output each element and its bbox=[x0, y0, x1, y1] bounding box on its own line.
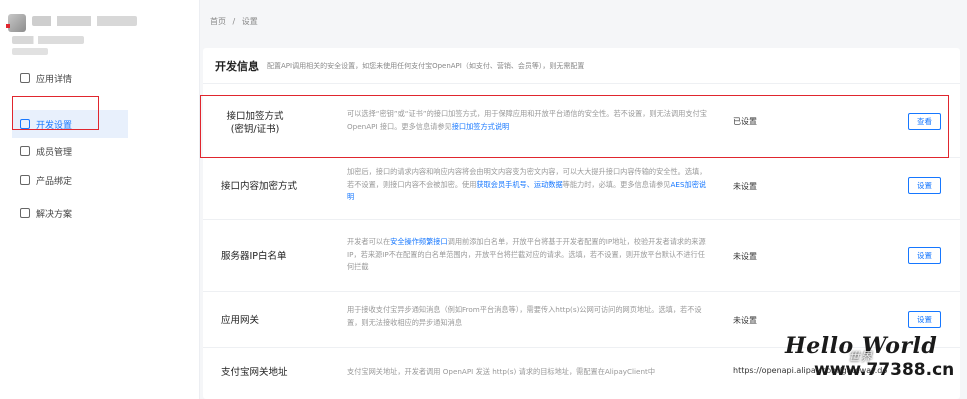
settings-row-encryption: 接口内容加密方式 加密后，接口的请求内容和响应内容将会由明文内容变为密文内容，可… bbox=[203, 158, 960, 220]
row-label-ip-whitelist: 服务器IP白名单 bbox=[221, 251, 287, 262]
row-desc-alipay-gateway: 支付宝网关地址，开发者调用 OpenAPI 发送 http(s) 请求的目标地址… bbox=[347, 366, 707, 379]
panel-title: 开发信息 bbox=[215, 59, 259, 73]
sidebar-item-label: 应用详情 bbox=[36, 74, 73, 85]
row-status-signing: 已设置 bbox=[733, 117, 757, 126]
app-id-blurred-2 bbox=[12, 48, 48, 55]
breadcrumb-separator: / bbox=[232, 17, 236, 26]
sidebar-item-members[interactable]: 成员管理 bbox=[12, 137, 128, 165]
row-label-encryption: 接口内容加密方式 bbox=[221, 181, 298, 192]
row-label-signing: 接口加签方式 (密钥/证书) bbox=[225, 110, 285, 136]
view-signing-button[interactable]: 查看 bbox=[908, 113, 941, 130]
row-status-alipay-gateway: https://openapi.alipay.com/gateway.do bbox=[733, 366, 888, 375]
row-status-ip-whitelist: 未设置 bbox=[733, 252, 757, 261]
signing-doc-link[interactable]: 接口加签方式说明 bbox=[452, 122, 510, 131]
row-status-gateway: 未设置 bbox=[733, 316, 757, 325]
sensitive-api-link[interactable]: 安全操作频繁接口 bbox=[390, 237, 448, 246]
settings-row-signing: 接口加签方式 (密钥/证书) 可以选择“密钥”或“证书”的接口加签方式，用于保障… bbox=[203, 96, 960, 158]
set-encryption-button[interactable]: 设置 bbox=[908, 177, 941, 194]
sidebar-item-label: 成员管理 bbox=[36, 147, 73, 158]
row-desc-text: 支付宝网关地址，开发者调用 OpenAPI 发送 http(s) 请求的目标地址… bbox=[347, 367, 656, 376]
users-icon bbox=[20, 146, 30, 156]
settings-row-ip-whitelist: 服务器IP白名单 开发者可以在安全操作频繁接口调用前添加白名单，开放平台将基于开… bbox=[203, 220, 960, 292]
breadcrumb-home[interactable]: 首页 bbox=[210, 17, 226, 26]
row-label-line-1: 接口加签方式 bbox=[226, 111, 284, 122]
document-icon bbox=[20, 73, 30, 83]
row-desc-signing: 可以选择“密钥”或“证书”的接口加签方式，用于保障应用和开放平台通信的安全性。若… bbox=[347, 108, 707, 133]
row-desc-text-2: 等能力时，必填。更多信息请参见 bbox=[562, 179, 671, 189]
sidebar: 应用详情 开发设置 成员管理 产品绑定 解决方案 bbox=[0, 0, 200, 399]
row-desc-text: 用于接收支付宝异步通知消息（例如From平台消息等），需要传入http(s)公网… bbox=[347, 305, 702, 327]
sidebar-item-label: 解决方案 bbox=[36, 209, 73, 220]
app-root: 应用详情 开发设置 成员管理 产品绑定 解决方案 首页 / 设置 开发信息 配置… bbox=[0, 0, 967, 399]
row-label-alipay-gateway: 支付宝网关地址 bbox=[221, 367, 288, 378]
dev-info-panel: 开发信息 配置API调用相关的安全设置，如您未使用任何支付宝OpenAPI（如支… bbox=[203, 48, 960, 399]
app-header bbox=[6, 10, 188, 60]
row-desc-encryption: 加密后，接口的请求内容和响应内容将会由明文内容变为密文内容，可以大大提升接口内容… bbox=[347, 166, 707, 204]
set-ip-whitelist-button[interactable]: 设置 bbox=[908, 247, 941, 264]
solution-icon bbox=[20, 208, 30, 218]
row-label-line-2: (密钥/证书) bbox=[230, 124, 280, 135]
settings-icon bbox=[20, 119, 30, 129]
sidebar-item-app-details[interactable]: 应用详情 bbox=[12, 64, 128, 92]
row-desc-text: 开发者可以在 bbox=[347, 237, 391, 246]
set-gateway-button[interactable]: 设置 bbox=[908, 311, 941, 328]
row-desc-text: 可以选择“密钥”或“证书”的接口加签方式，用于保障应用和开放平台通信的安全性。若… bbox=[347, 109, 707, 131]
panel-description: 配置API调用相关的安全设置，如您未使用任何支付宝OpenAPI（如支付、营销、… bbox=[267, 61, 585, 70]
sidebar-item-dev-settings[interactable]: 开发设置 bbox=[12, 110, 128, 138]
settings-row-alipay-gateway: 支付宝网关地址 支付宝网关地址，开发者调用 OpenAPI 发送 http(s)… bbox=[203, 348, 960, 399]
product-icon bbox=[20, 175, 30, 185]
sidebar-item-solutions[interactable]: 解决方案 bbox=[12, 199, 128, 227]
sidebar-item-product-binding[interactable]: 产品绑定 bbox=[12, 166, 128, 194]
app-logo-icon bbox=[6, 14, 26, 32]
app-name-blurred bbox=[32, 16, 137, 26]
row-desc-gateway: 用于接收支付宝异步通知消息（例如From平台消息等），需要传入http(s)公网… bbox=[347, 304, 707, 329]
row-status-encryption: 未设置 bbox=[733, 182, 757, 191]
settings-row-gateway: 应用网关 用于接收支付宝异步通知消息（例如From平台消息等），需要传入http… bbox=[203, 292, 960, 348]
panel-header: 开发信息 配置API调用相关的安全设置，如您未使用任何支付宝OpenAPI（如支… bbox=[203, 48, 960, 84]
row-desc-ip-whitelist: 开发者可以在安全操作频繁接口调用前添加白名单，开放平台将基于开发者配置的IP地址… bbox=[347, 236, 707, 274]
member-phone-link[interactable]: 获取会员手机号、运动数据 bbox=[476, 180, 562, 189]
app-id-blurred bbox=[12, 36, 84, 44]
breadcrumb-current: 设置 bbox=[241, 17, 258, 26]
row-label-gateway: 应用网关 bbox=[221, 315, 260, 326]
sidebar-item-label: 产品绑定 bbox=[36, 176, 73, 187]
breadcrumb: 首页 / 设置 bbox=[210, 16, 262, 27]
sidebar-item-label: 开发设置 bbox=[36, 120, 73, 131]
